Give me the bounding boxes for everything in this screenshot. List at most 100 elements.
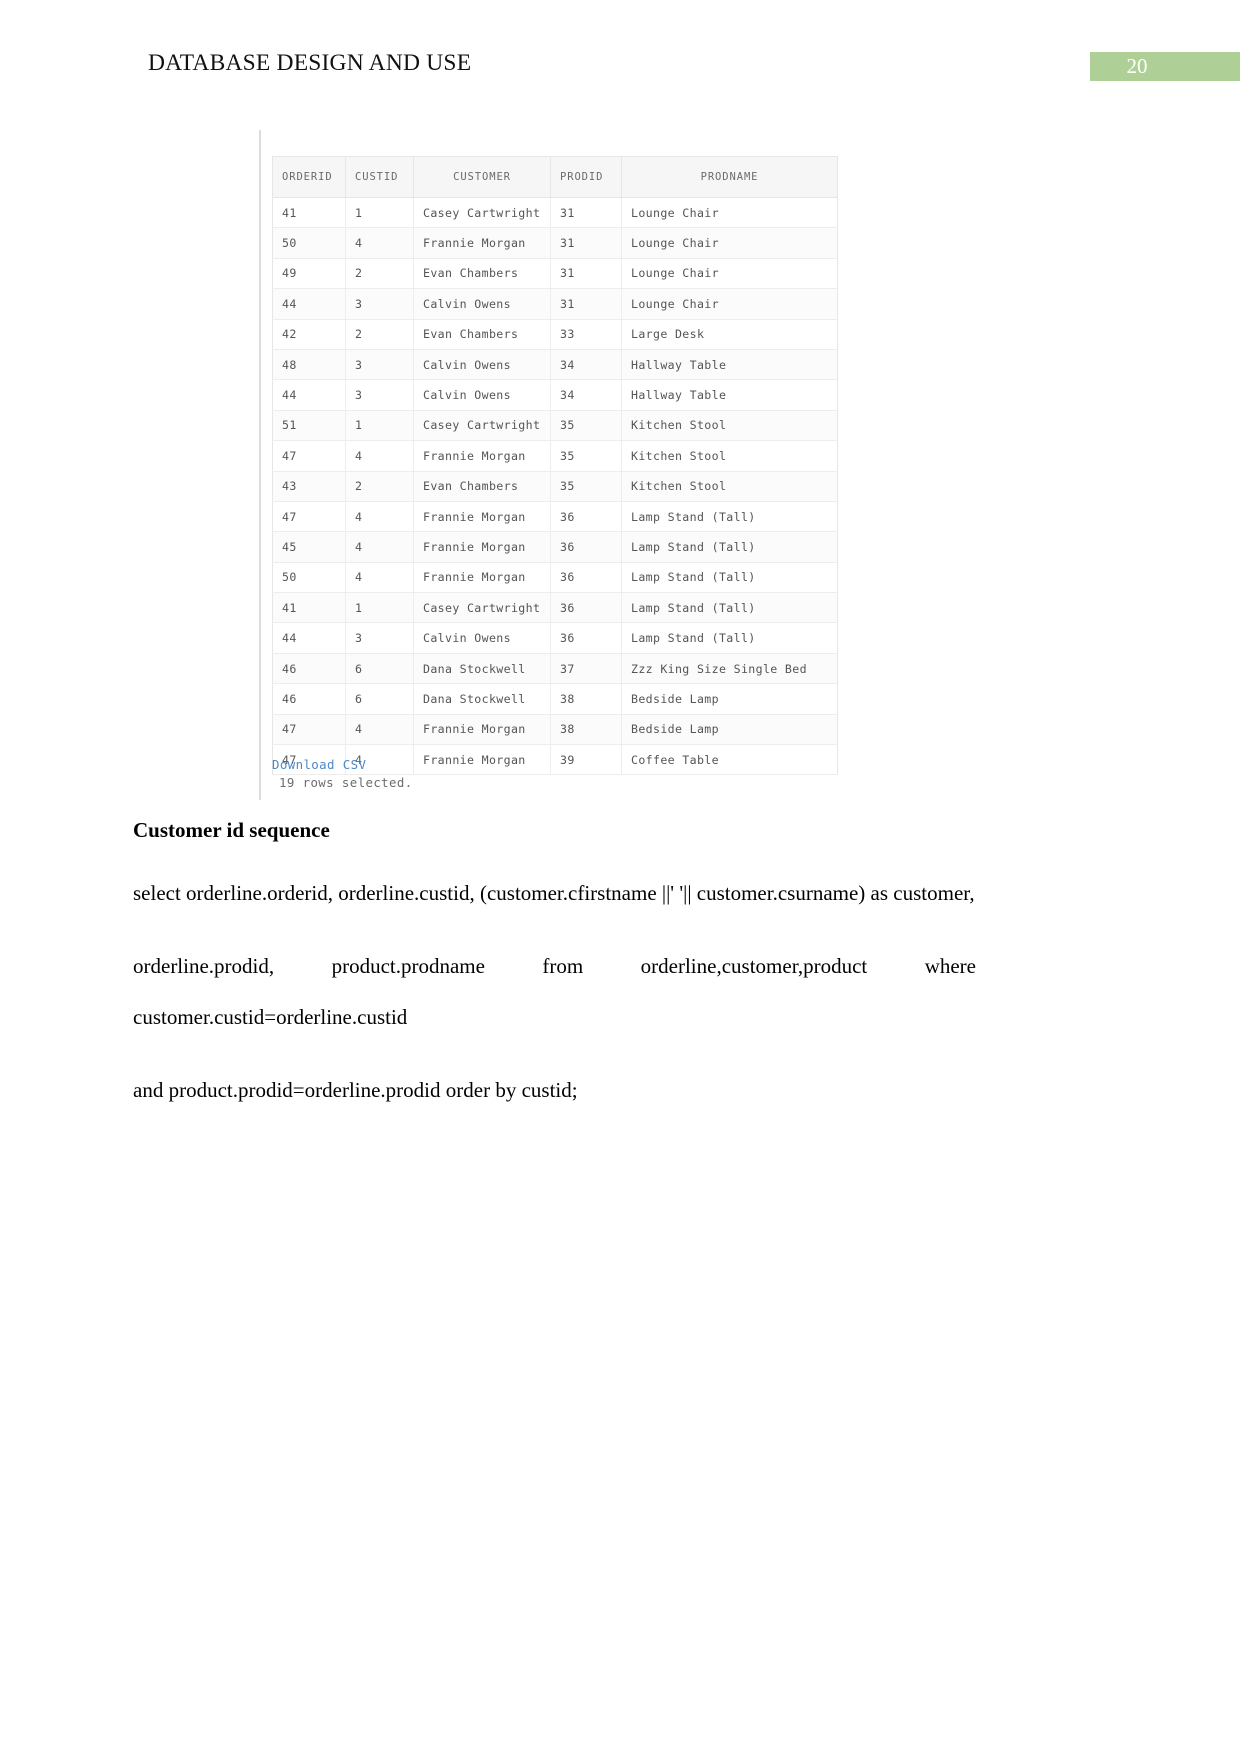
cell-customer: Frannie Morgan: [413, 500, 551, 533]
cell-custid: 1: [345, 592, 414, 624]
table-row[interactable]: 45 4 Frannie Morgan 36 Lamp Stand (Tall): [272, 531, 838, 563]
table-row[interactable]: 47 4 Frannie Morgan 38 Bedside Lamp: [272, 713, 838, 746]
column-header-orderid[interactable]: ORDERID: [272, 156, 346, 198]
table-row[interactable]: 41 1 Casey Cartwright 36 Lamp Stand (Tall): [272, 592, 838, 624]
query-result-screenshot: ORDERID CUSTID CUSTOMER PRODID PRODNAME …: [259, 130, 838, 800]
cell-prodname: Lamp Stand (Tall): [621, 622, 838, 654]
cell-orderid: 41: [272, 196, 346, 229]
sql-paragraph-2: orderline.prodid, product.prodname from …: [133, 954, 976, 1030]
cell-prodname: Lamp Stand (Tall): [621, 561, 838, 594]
cell-orderid: 51: [272, 409, 346, 442]
column-header-prodid[interactable]: PRODID: [550, 156, 622, 198]
result-footer: Download CSV 19 rows selected.: [272, 756, 832, 792]
cell-customer: Frannie Morgan: [413, 531, 551, 563]
cell-custid: 4: [345, 531, 414, 563]
cell-customer: Calvin Owens: [413, 379, 551, 411]
column-header-custid[interactable]: CUSTID: [345, 156, 414, 198]
cell-custid: 4: [345, 440, 414, 472]
table-row[interactable]: 49 2 Evan Chambers 31 Lounge Chair: [272, 257, 838, 290]
cell-custid: 4: [345, 561, 414, 594]
table-row[interactable]: 41 1 Casey Cartwright 31 Lounge Chair: [272, 196, 838, 229]
table-row[interactable]: 43 2 Evan Chambers 35 Kitchen Stool: [272, 470, 838, 502]
table-row[interactable]: 44 3 Calvin Owens 31 Lounge Chair: [272, 288, 838, 320]
cell-custid: 4: [345, 713, 414, 746]
table-row[interactable]: 44 3 Calvin Owens 36 Lamp Stand (Tall): [272, 622, 838, 654]
cell-orderid: 41: [272, 592, 346, 624]
cell-prodid: 31: [550, 196, 622, 229]
document-body: Customer id sequence select orderline.or…: [133, 818, 976, 1138]
cell-orderid: 47: [272, 440, 346, 472]
table-row[interactable]: 48 3 Calvin Owens 34 Hallway Table: [272, 348, 838, 381]
table-row[interactable]: 47 4 Frannie Morgan 35 Kitchen Stool: [272, 440, 838, 472]
cell-custid: 3: [345, 379, 414, 411]
cell-orderid: 48: [272, 348, 346, 381]
cell-customer: Frannie Morgan: [413, 227, 551, 259]
cell-customer: Frannie Morgan: [413, 561, 551, 594]
cell-prodid: 33: [550, 318, 622, 350]
cell-custid: 2: [345, 257, 414, 290]
rows-selected-status: 19 rows selected.: [279, 775, 413, 790]
cell-prodname: Kitchen Stool: [621, 440, 838, 472]
cell-orderid: 42: [272, 318, 346, 350]
cell-prodid: 31: [550, 257, 622, 290]
table-header-row: ORDERID CUSTID CUSTOMER PRODID PRODNAME: [272, 156, 838, 198]
cell-prodid: 31: [550, 227, 622, 259]
cell-prodname: Zzz King Size Single Bed: [621, 652, 838, 685]
table-row[interactable]: 51 1 Casey Cartwright 35 Kitchen Stool: [272, 409, 838, 442]
cell-customer: Casey Cartwright: [413, 196, 551, 229]
column-header-customer[interactable]: CUSTOMER: [413, 156, 551, 198]
query-result-table: ORDERID CUSTID CUSTOMER PRODID PRODNAME …: [272, 156, 838, 776]
cell-prodname: Hallway Table: [621, 348, 838, 381]
cell-customer: Calvin Owens: [413, 622, 551, 654]
cell-prodid: 38: [550, 713, 622, 746]
cell-customer: Evan Chambers: [413, 470, 551, 502]
cell-prodname: Lamp Stand (Tall): [621, 531, 838, 563]
cell-prodname: Kitchen Stool: [621, 470, 838, 502]
table-row[interactable]: 50 4 Frannie Morgan 31 Lounge Chair: [272, 227, 838, 259]
cell-orderid: 46: [272, 683, 346, 715]
download-csv-link[interactable]: Download CSV: [272, 756, 832, 773]
cell-prodid: 38: [550, 683, 622, 715]
cell-customer: Dana Stockwell: [413, 683, 551, 715]
table-row[interactable]: 47 4 Frannie Morgan 36 Lamp Stand (Tall): [272, 500, 838, 533]
cell-prodname: Bedside Lamp: [621, 713, 838, 746]
cell-customer: Calvin Owens: [413, 348, 551, 381]
sql-paragraph-1: select orderline.orderid, orderline.cust…: [133, 881, 975, 906]
table-row[interactable]: 46 6 Dana Stockwell 37 Zzz King Size Single …: [272, 652, 838, 685]
cell-prodid: 34: [550, 348, 622, 381]
cell-orderid: 47: [272, 500, 346, 533]
page-title: DATABASE DESIGN AND USE: [148, 50, 472, 76]
table-row[interactable]: 42 2 Evan Chambers 33 Large Desk: [272, 318, 838, 350]
cell-orderid: 43: [272, 470, 346, 502]
screenshot-left-rule: [259, 130, 261, 800]
cell-orderid: 49: [272, 257, 346, 290]
cell-prodid: 35: [550, 409, 622, 442]
cell-customer: Evan Chambers: [413, 257, 551, 290]
cell-orderid: 50: [272, 561, 346, 594]
cell-prodid: 36: [550, 500, 622, 533]
cell-customer: Calvin Owens: [413, 288, 551, 320]
cell-prodid: 37: [550, 652, 622, 685]
cell-prodname: Bedside Lamp: [621, 683, 838, 715]
cell-customer: Dana Stockwell: [413, 652, 551, 685]
cell-prodid: 31: [550, 288, 622, 320]
cell-customer: Casey Cartwright: [413, 409, 551, 442]
section-heading: Customer id sequence: [133, 818, 330, 842]
column-header-prodname[interactable]: PRODNAME: [621, 156, 838, 198]
cell-prodname: Kitchen Stool: [621, 409, 838, 442]
table-row[interactable]: 46 6 Dana Stockwell 38 Bedside Lamp: [272, 683, 838, 715]
cell-prodid: 36: [550, 531, 622, 563]
cell-prodid: 36: [550, 592, 622, 624]
cell-orderid: 50: [272, 227, 346, 259]
cell-customer: Evan Chambers: [413, 318, 551, 350]
cell-custid: 1: [345, 409, 414, 442]
cell-custid: 2: [345, 318, 414, 350]
cell-custid: 3: [345, 288, 414, 320]
cell-prodname: Large Desk: [621, 318, 838, 350]
cell-customer: Casey Cartwright: [413, 592, 551, 624]
table-row[interactable]: 44 3 Calvin Owens 34 Hallway Table: [272, 379, 838, 411]
cell-orderid: 47: [272, 713, 346, 746]
table-row[interactable]: 50 4 Frannie Morgan 36 Lamp Stand (Tall): [272, 561, 838, 594]
cell-custid: 3: [345, 622, 414, 654]
cell-custid: 1: [345, 196, 414, 229]
